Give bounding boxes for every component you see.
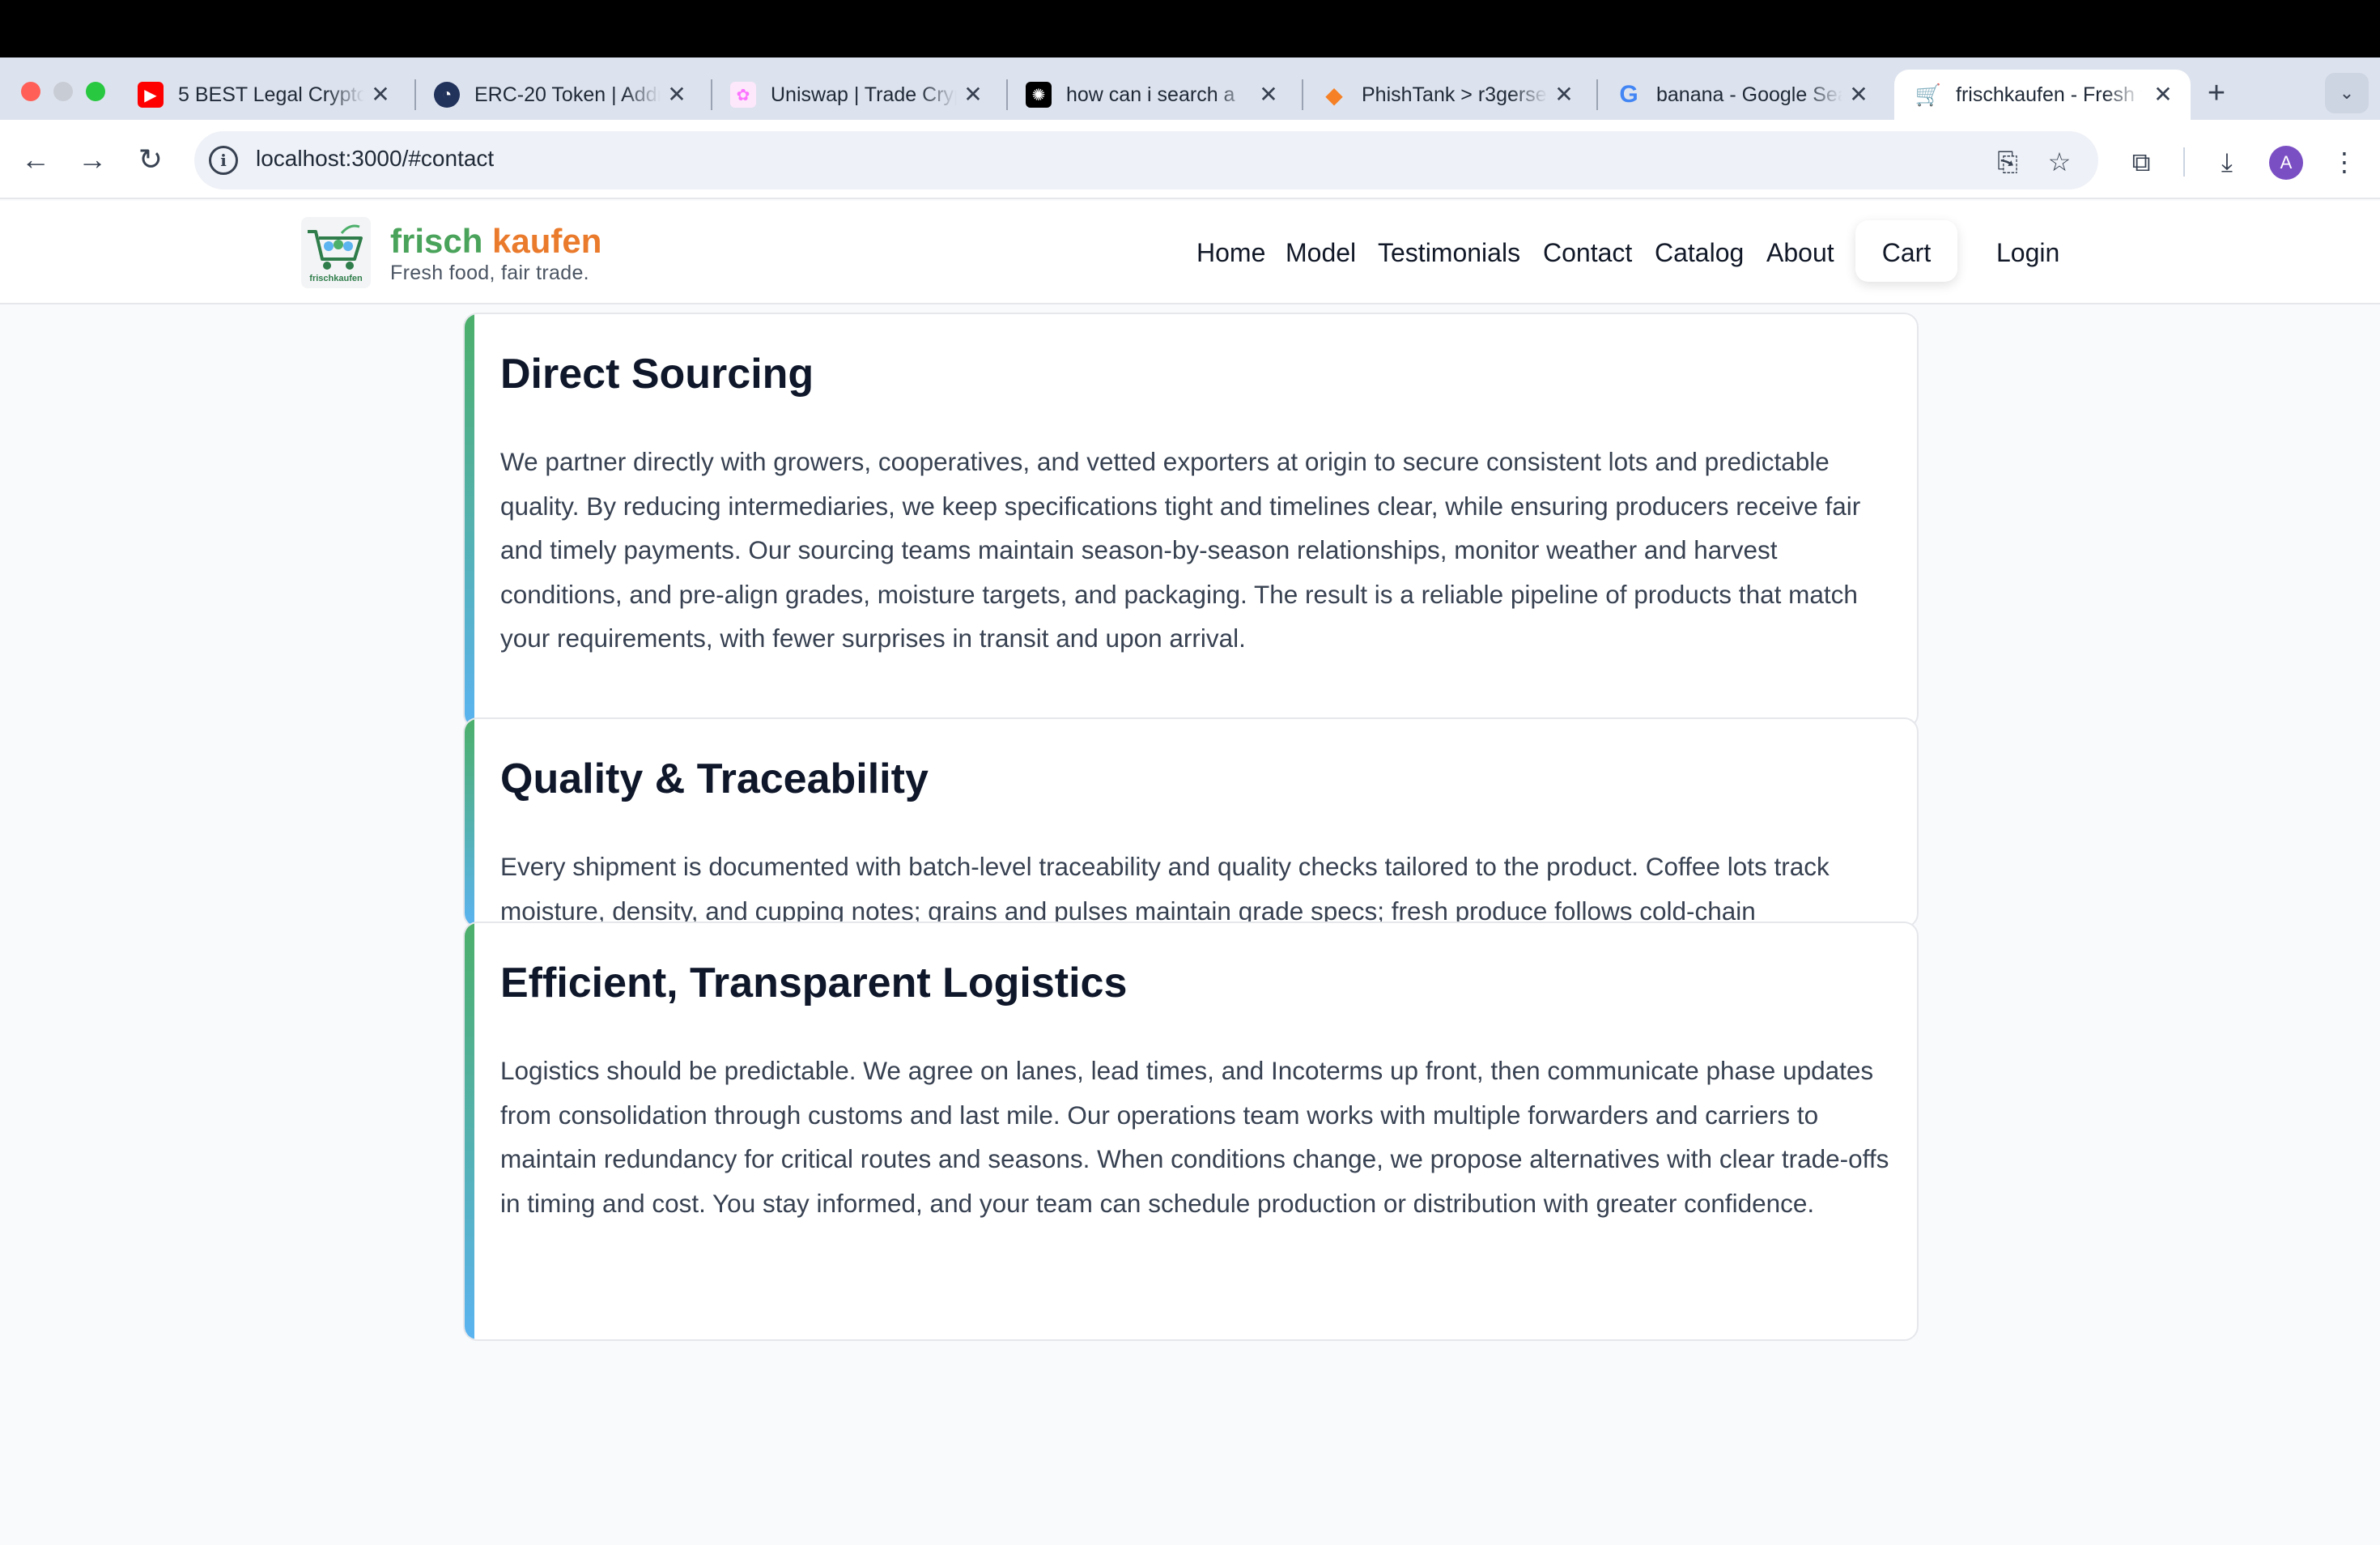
tab-title: PhishTank > r3gerse	[1362, 83, 1547, 106]
frischkaufen-icon: 🛒	[1915, 82, 1942, 107]
login-link[interactable]: Login	[1996, 238, 2059, 268]
tab-close-icon[interactable]: ✕	[1256, 82, 1281, 108]
card-body: We partner directly with growers, cooper…	[500, 447, 1861, 653]
nav-catalog[interactable]: Catalog	[1655, 238, 1744, 268]
browser-tab[interactable]: ◔ ERC-20 Token | Address ✕	[413, 70, 704, 120]
window-close-dot[interactable]	[21, 82, 40, 101]
tab-close-icon[interactable]: ✕	[368, 82, 393, 108]
logo-caption: frischkaufen	[309, 274, 363, 283]
browser-tab[interactable]: ▶ 5 BEST Legal Crypto ✕	[117, 70, 408, 120]
card-title: Efficient, Transparent Logistics	[500, 960, 1128, 1007]
tab-title: how can i search a	[1066, 83, 1235, 106]
cart-button[interactable]: Cart	[1855, 220, 1957, 282]
brand-tagline: Fresh food, fair trade.	[390, 262, 589, 284]
url-text[interactable]: localhost:3000/#contact	[256, 146, 494, 172]
tab-title: frischkaufen - Fresh food	[1956, 83, 2142, 106]
card-accent-bar	[465, 314, 474, 727]
tab-close-icon[interactable]: ✕	[1551, 82, 1577, 108]
brand-name[interactable]: frisch kaufen	[390, 222, 601, 261]
tab-title: ERC-20 Token | Address	[474, 83, 661, 106]
card-title: Direct Sourcing	[500, 351, 814, 398]
tab-title: Uniswap | Trade Crypto	[771, 83, 957, 106]
forward-arrow-icon[interactable]: →	[74, 142, 110, 177]
tab-title: banana - Google Search	[1656, 83, 1842, 106]
card-accent-bar	[465, 923, 474, 1339]
kebab-menu-icon[interactable]: ⋮	[2328, 146, 2361, 178]
reload-icon[interactable]: ↻	[133, 142, 168, 177]
feature-card-logistics: Efficient, Transparent Logistics Logisti…	[463, 921, 1919, 1341]
new-tab-icon[interactable]: +	[2199, 76, 2234, 112]
install-app-icon[interactable]: ⎘	[1991, 146, 2024, 178]
etherscan-icon: ◔	[434, 82, 460, 108]
tab-title: 5 BEST Legal Crypto	[178, 83, 364, 106]
tab-close-icon[interactable]: ✕	[664, 82, 690, 108]
cart-label: Cart	[1881, 238, 1932, 267]
back-arrow-icon[interactable]: ←	[18, 142, 53, 177]
tab-close-icon[interactable]: ✕	[1846, 82, 1872, 108]
card-body: Logistics should be predictable. We agre…	[500, 1056, 1889, 1218]
browser-tab[interactable]: ✿ Uniswap | Trade Crypto ✕	[709, 70, 1001, 120]
browser-tab[interactable]: ✺ how can i search a ✕	[1005, 70, 1296, 120]
extensions-puzzle-icon[interactable]: ⧉	[2125, 146, 2157, 178]
bookmark-star-icon[interactable]: ☆	[2043, 146, 2076, 178]
feature-card-direct-sourcing: Direct Sourcing We partner directly with…	[463, 313, 1919, 729]
brand-name-part2: kaufen	[492, 222, 602, 260]
youtube-icon: ▶	[138, 82, 164, 108]
nav-contact[interactable]: Contact	[1543, 238, 1632, 268]
feature-card-quality-traceability: Quality & Traceability Every shipment is…	[463, 717, 1919, 928]
tab-search-chevron-icon[interactable]: ⌄	[2325, 73, 2369, 113]
browser-tab[interactable]: G banana - Google Search ✕	[1595, 70, 1886, 120]
browser-tab[interactable]: ◆ PhishTank > r3gerse ✕	[1300, 70, 1592, 120]
window-maximize-dot[interactable]	[86, 82, 105, 101]
tab-close-icon[interactable]: ✕	[2150, 82, 2176, 108]
google-icon: G	[1619, 81, 1638, 108]
card-body: Every shipment is documented with batch-…	[500, 852, 1830, 926]
screen-top-bar	[0, 0, 2380, 57]
nav-home[interactable]: Home	[1196, 238, 1265, 268]
site-info-icon[interactable]: i	[209, 146, 238, 175]
window-minimize-dot[interactable]	[53, 82, 73, 101]
nav-testimonials[interactable]: Testimonials	[1378, 238, 1520, 268]
nav-model[interactable]: Model	[1286, 238, 1356, 268]
brand-name-part1: frisch	[390, 222, 483, 260]
download-icon[interactable]: ⤓	[2211, 146, 2243, 178]
uniswap-icon: ✿	[730, 82, 756, 108]
toolbar-divider	[2183, 147, 2185, 177]
address-bar[interactable]: i localhost:3000/#contact	[194, 131, 2098, 189]
profile-avatar[interactable]: A	[2269, 146, 2303, 180]
card-title: Quality & Traceability	[500, 755, 929, 802]
tab-close-icon[interactable]: ✕	[960, 82, 986, 108]
chatgpt-icon: ✺	[1026, 82, 1052, 108]
card-accent-bar	[465, 719, 474, 926]
browser-tab-active[interactable]: 🛒 frischkaufen - Fresh food ✕	[1894, 70, 2191, 120]
phishtank-icon: ◆	[1325, 82, 1343, 108]
nav-about[interactable]: About	[1766, 238, 1834, 268]
site-logo[interactable]: frischkaufen	[301, 217, 371, 288]
